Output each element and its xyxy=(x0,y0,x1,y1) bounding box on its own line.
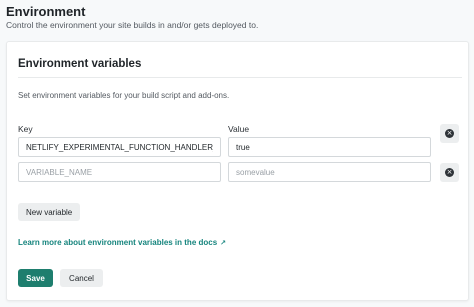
divider xyxy=(18,77,462,78)
external-link-icon: ↗ xyxy=(220,239,227,247)
variable-value-input[interactable] xyxy=(228,137,431,157)
variable-value-input[interactable] xyxy=(228,162,431,182)
new-variable-button[interactable]: New variable xyxy=(18,203,81,221)
card-title: Environment variables xyxy=(18,58,142,70)
value-label: Value xyxy=(228,124,250,134)
variable-key-input[interactable] xyxy=(18,162,221,182)
docs-link-label: Learn more about environment variables i… xyxy=(18,238,218,247)
variable-key-input[interactable] xyxy=(18,137,221,157)
remove-variable-button[interactable]: × xyxy=(440,124,459,143)
environment-variables-card: Environment variables Set environment va… xyxy=(6,41,469,301)
page-description: Control the environment your site builds… xyxy=(6,20,259,30)
cancel-button[interactable]: Cancel xyxy=(60,269,103,287)
remove-variable-button[interactable]: × xyxy=(440,163,459,182)
save-button[interactable]: Save xyxy=(18,269,53,287)
page-title: Environment xyxy=(6,4,86,19)
docs-link[interactable]: Learn more about environment variables i… xyxy=(18,238,226,247)
key-label: Key xyxy=(18,124,33,134)
close-circle-icon: × xyxy=(445,168,454,177)
card-description: Set environment variables for your build… xyxy=(18,91,230,100)
close-circle-icon: × xyxy=(445,129,454,138)
